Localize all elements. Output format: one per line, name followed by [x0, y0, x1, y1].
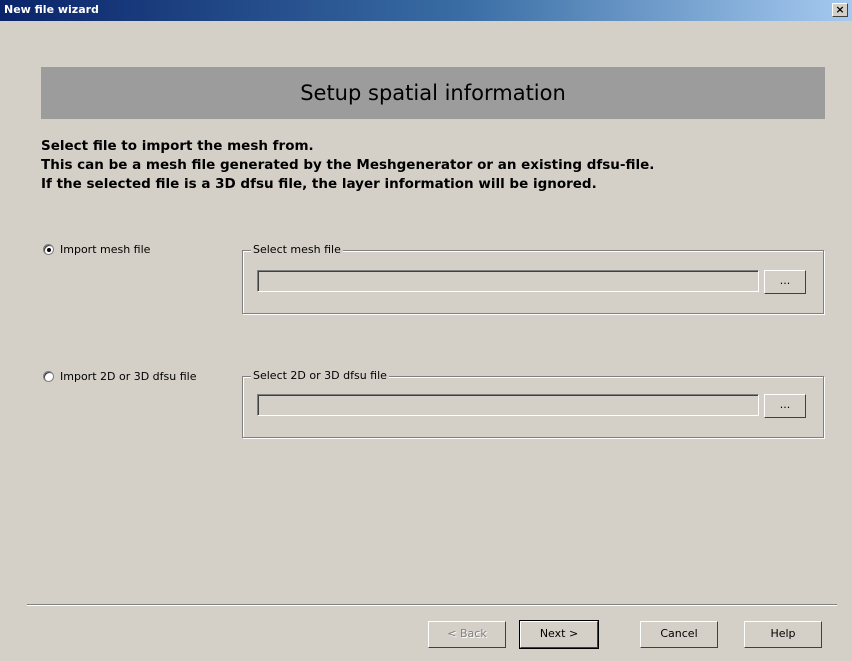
mesh-browse-button[interactable]: ... — [764, 270, 806, 294]
page-header: Setup spatial information — [41, 67, 825, 119]
radio-unchecked-icon[interactable] — [43, 371, 54, 382]
import-mesh-radio[interactable]: Import mesh file — [43, 243, 150, 256]
instruction-line: This can be a mesh file generated by the… — [41, 157, 655, 173]
dfsu-browse-button[interactable]: ... — [764, 394, 806, 418]
instruction-line: Select file to import the mesh from. — [41, 138, 314, 154]
import-mesh-label[interactable]: Import mesh file — [60, 243, 150, 256]
mesh-file-field[interactable] — [257, 270, 759, 292]
mesh-file-group-label: Select mesh file — [251, 243, 343, 256]
back-button[interactable]: < Back — [428, 621, 506, 648]
radio-checked-icon[interactable] — [43, 244, 54, 255]
dfsu-file-group-label: Select 2D or 3D dfsu file — [251, 369, 389, 382]
window-title: New file wizard — [4, 3, 99, 16]
next-button[interactable]: Next > — [519, 620, 599, 649]
instructions: Select file to import the mesh from. Thi… — [41, 137, 654, 194]
import-dfsu-radio[interactable]: Import 2D or 3D dfsu file — [43, 370, 197, 383]
footer-separator — [27, 604, 837, 606]
title-bar: New file wizard × — [0, 0, 852, 21]
dfsu-file-field[interactable] — [257, 394, 759, 416]
help-button[interactable]: Help — [744, 621, 822, 648]
import-dfsu-label[interactable]: Import 2D or 3D dfsu file — [60, 370, 197, 383]
close-button[interactable]: × — [832, 3, 848, 17]
cancel-button[interactable]: Cancel — [640, 621, 718, 648]
instruction-line: If the selected file is a 3D dfsu file, … — [41, 176, 597, 192]
page-title: Setup spatial information — [300, 81, 566, 105]
